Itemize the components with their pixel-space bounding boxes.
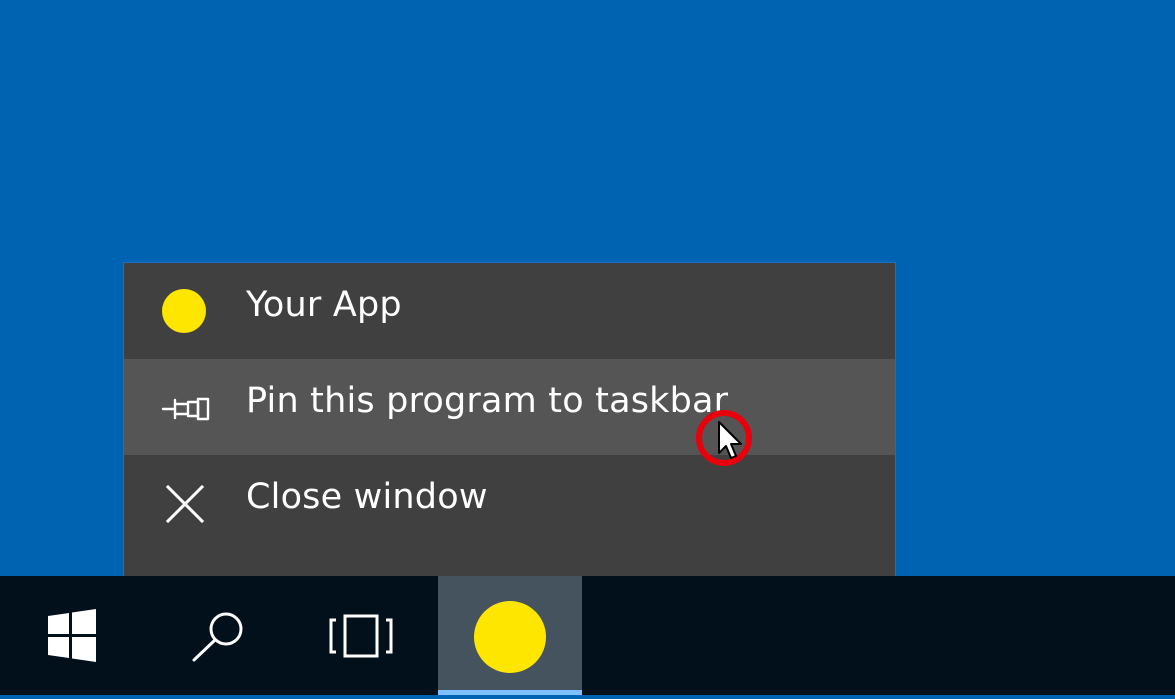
active-app-indicator xyxy=(438,690,582,695)
search-icon xyxy=(192,612,243,662)
app-title-label: Your App xyxy=(246,285,402,325)
jump-list-app-title[interactable]: Your App xyxy=(124,263,895,359)
search-button[interactable] xyxy=(144,576,288,695)
mouse-pointer-icon xyxy=(718,421,742,459)
taskbar xyxy=(0,576,1175,695)
pin-to-taskbar-label: Pin this program to taskbar xyxy=(246,381,729,421)
taskbar-app-button[interactable] xyxy=(438,576,582,695)
app-icon xyxy=(160,287,212,339)
windows-logo-icon xyxy=(48,609,96,662)
pin-icon xyxy=(160,383,212,435)
close-window-item[interactable]: Close window xyxy=(124,455,895,551)
task-view-button[interactable] xyxy=(289,576,433,695)
close-icon xyxy=(160,479,212,531)
start-button[interactable] xyxy=(0,576,144,695)
task-view-icon xyxy=(329,614,393,658)
jump-list-menu: Your App Pin this program to taskbar Clo… xyxy=(124,263,895,576)
yellow-circle-app-icon xyxy=(474,601,546,673)
pin-to-taskbar-item[interactable]: Pin this program to taskbar xyxy=(124,359,895,455)
close-window-label: Close window xyxy=(246,477,488,517)
